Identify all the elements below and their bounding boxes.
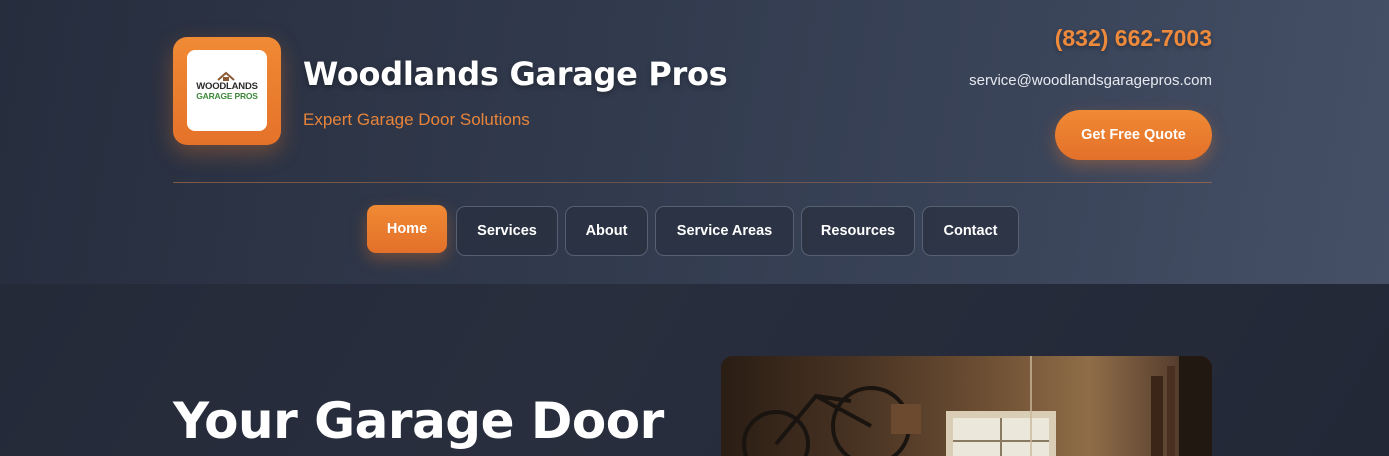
- hero-title: Your Garage Door: [173, 392, 664, 450]
- site-tagline: Expert Garage Door Solutions: [303, 110, 530, 129]
- site-title[interactable]: Woodlands Garage Pros: [303, 55, 728, 93]
- logo-text-secondary: GARAGE PROS: [196, 91, 258, 101]
- get-free-quote-button[interactable]: Get Free Quote: [1055, 110, 1212, 160]
- logo-badge: WOODLANDS GARAGE PROS: [187, 50, 267, 131]
- phone-link[interactable]: (832) 662-7003: [1055, 25, 1212, 52]
- nav-item-service-areas[interactable]: Service Areas: [655, 206, 794, 256]
- nav-item-services[interactable]: Services: [456, 206, 558, 256]
- header-divider: [173, 182, 1212, 183]
- email-link[interactable]: service@woodlandsgaragepros.com: [969, 72, 1212, 89]
- nav-item-contact[interactable]: Contact: [922, 206, 1019, 256]
- site-header: WOODLANDS GARAGE PROS Woodlands Garage P…: [0, 0, 1389, 284]
- hero-garage-image: [721, 356, 1212, 456]
- house-roof-icon: [217, 71, 235, 81]
- nav-item-home[interactable]: Home: [367, 205, 447, 253]
- logo[interactable]: WOODLANDS GARAGE PROS: [173, 37, 281, 145]
- garage-interior-illustration: [721, 356, 1212, 456]
- nav-item-about[interactable]: About: [565, 206, 648, 256]
- nav-item-resources[interactable]: Resources: [801, 206, 915, 256]
